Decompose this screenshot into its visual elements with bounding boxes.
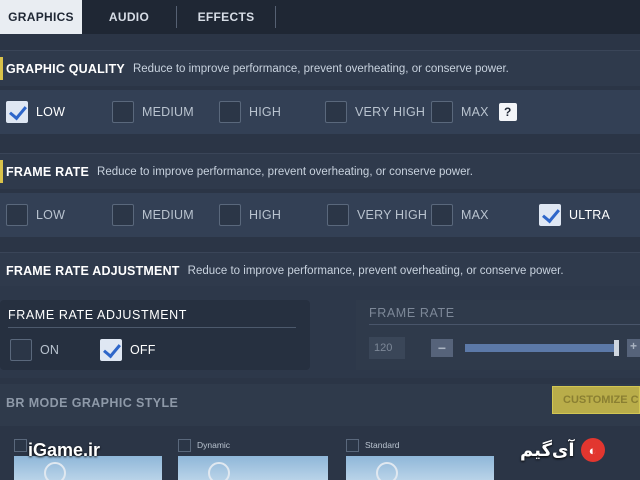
checkbox-checked-icon[interactable] [6,101,28,123]
graphic-quality-low[interactable]: LOW [6,100,65,124]
frame-rate-ultra[interactable]: ULTRA [539,203,610,227]
br-mode-title: BR MODE GRAPHIC STYLE [6,396,179,410]
checkbox-icon[interactable] [6,204,28,226]
graphic-quality-very-high[interactable]: VERY HIGH [325,100,425,124]
plus-button[interactable]: + [627,339,640,357]
option-label: LOW [36,208,66,222]
style-card-dynamic[interactable]: Dynamic [178,434,328,480]
frame-rate-options: LOW MEDIUM HIGH VERY HIGH MAX ULTRA [0,193,640,237]
customize-button[interactable]: CUSTOMIZE CO [552,386,640,414]
frame-rate-adjustment-desc: Reduce to improve performance, prevent o… [187,264,564,277]
checkbox-icon[interactable] [346,438,359,452]
option-label: OFF [130,343,156,357]
tab-effects[interactable]: EFFECTS [177,0,275,34]
settings-tabs: GRAPHICS AUDIO EFFECTS [0,0,640,34]
style-preview-image [178,456,328,480]
panel-title: FRAME RATE ADJUSTMENT [8,308,188,322]
checkbox-icon[interactable] [325,101,347,123]
checkbox-checked-icon[interactable] [539,204,561,226]
graphic-quality-desc: Reduce to improve performance, prevent o… [132,62,509,75]
frame-rate-desc: Reduce to improve performance, prevent o… [97,165,473,178]
style-preview-image [346,456,494,480]
option-label: VERY HIGH [355,105,426,119]
style-name: Standard [365,440,400,450]
frame-rate-medium[interactable]: MEDIUM [112,203,194,227]
checkbox-icon[interactable] [112,204,134,226]
option-label: ON [40,343,60,357]
option-label: VERY HIGH [357,208,428,222]
adjustment-on[interactable]: ON [10,338,59,362]
option-label: MEDIUM [142,105,194,119]
frame-rate-high[interactable]: HIGH [219,203,281,227]
frame-rate-very-high[interactable]: VERY HIGH [327,203,427,227]
frame-rate-slider-panel: FRAME RATE 120 − + [356,300,640,370]
checkbox-icon[interactable] [112,101,134,123]
option-label: ULTRA [569,208,611,222]
checkbox-icon[interactable] [327,204,349,226]
tab-audio[interactable]: AUDIO [82,0,176,34]
option-label: HIGH [249,105,282,119]
slider-handle[interactable] [614,340,619,356]
graphic-quality-medium[interactable]: MEDIUM [112,100,194,124]
option-label: LOW [36,105,66,119]
frame-rate-title: FRAME RATE [6,164,90,179]
style-card-standard[interactable]: Standard [346,434,494,480]
tab-graphics[interactable]: GRAPHICS [0,0,82,34]
divider [369,324,640,325]
checkbox-icon[interactable] [178,438,191,452]
graphic-quality-title: GRAPHIC QUALITY [6,61,125,76]
divider [8,327,296,328]
checkbox-icon[interactable] [10,339,32,361]
checkbox-icon[interactable] [219,204,241,226]
igame-logo-icon: ◐ [580,438,605,462]
graphic-quality-max[interactable]: MAX ? [431,100,517,124]
frame-rate-slider[interactable] [465,344,615,352]
frame-rate-low[interactable]: LOW [6,203,65,227]
help-icon[interactable]: ? [498,103,517,121]
checkbox-icon[interactable] [431,101,453,123]
option-label: MAX [461,105,489,119]
frame-rate-value: 120 [369,337,405,359]
checkbox-icon[interactable] [14,438,27,452]
checkbox-icon[interactable] [219,101,241,123]
tab-divider [275,6,276,28]
frame-rate-adjustment-header: FRAME RATE ADJUSTMENT Reduce to improve … [0,252,640,288]
watermark-text-fa: آی‌گیم [520,439,575,460]
checkbox-checked-icon[interactable] [100,339,122,361]
watermark-text: iGame.ir [28,440,101,460]
graphic-quality-header: GRAPHIC QUALITY Reduce to improve perfor… [0,50,640,86]
graphic-quality-high[interactable]: HIGH [219,100,281,124]
option-label: MEDIUM [142,208,194,222]
option-label: MAX [461,208,489,222]
frame-rate-adjustment-panel: FRAME RATE ADJUSTMENT ON OFF [0,300,310,370]
option-label: HIGH [249,208,282,222]
minus-button[interactable]: − [431,339,453,357]
watermark-logo: آی‌گیم ◐ [520,438,605,462]
graphic-quality-options: LOW MEDIUM HIGH VERY HIGH MAX ? [0,90,640,134]
br-mode-header: BR MODE GRAPHIC STYLE [0,384,640,426]
style-name: Dynamic [197,440,231,450]
frame-rate-header: FRAME RATE Reduce to improve performance… [0,153,640,189]
frame-rate-max[interactable]: MAX [431,203,489,227]
checkbox-icon[interactable] [431,204,453,226]
frame-rate-adjustment-title: FRAME RATE ADJUSTMENT [6,263,180,278]
adjustment-off[interactable]: OFF [100,338,156,362]
panel-title: FRAME RATE [369,306,455,320]
